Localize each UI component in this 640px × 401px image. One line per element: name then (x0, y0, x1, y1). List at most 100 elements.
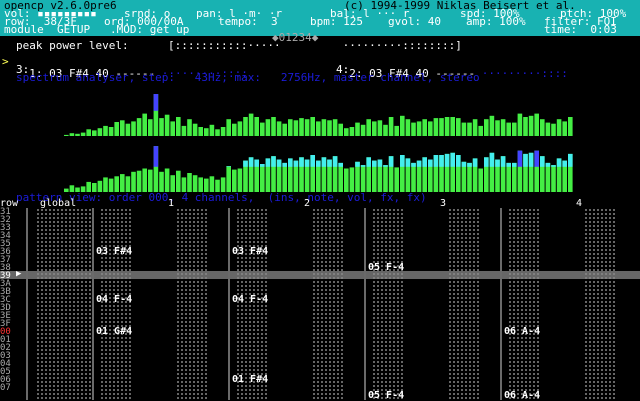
spectrum-bottom-bar-peak (422, 157, 427, 167)
spectrum-top-bar (428, 121, 433, 136)
spectrum-bottom-bar-peak (276, 159, 282, 167)
spectrum-top-bar (433, 118, 439, 136)
spectrum-top-bar (495, 120, 500, 136)
pattern-note[interactable]: 06 A-4 (504, 391, 540, 401)
pattern-note[interactable]: 01 G#4 (96, 327, 132, 337)
spectrum-top-bar (75, 133, 80, 136)
spectrum-top-bar (355, 122, 360, 136)
spectrum-top-bar (400, 115, 405, 136)
spectrum-bottom-bar-peak (327, 159, 332, 167)
play-time: time: 0:03 (544, 23, 617, 36)
pattern-note[interactable]: 03 F#4 (96, 247, 132, 257)
spectrum-bottom-bar (164, 168, 170, 192)
spectrum-bottom-bar-peak (316, 160, 321, 167)
spectrum-top-bar (372, 121, 377, 136)
pattern-empty-cells (508, 208, 540, 400)
pattern-empty-cells (448, 208, 480, 400)
spectrum-top-bar (86, 129, 91, 136)
peak-label: peak power level: (16, 39, 129, 52)
spectrum-top-bar (260, 122, 265, 136)
pattern-label: pattern view: order 000, 4 channels, (in… (16, 191, 427, 204)
spectrum-top-bar (327, 120, 332, 136)
amplification[interactable]: amp: 100% (466, 16, 526, 28)
tempo-value: tempo: 3 (218, 15, 278, 28)
spectrum-bottom-bar-peak (562, 160, 567, 167)
peak-meter-right: ·········::::::::] (336, 39, 462, 52)
pattern-column-divider (92, 208, 94, 400)
spectrum-bottom-bar-peak (512, 162, 517, 167)
spectrum-bottom-bar-peak (260, 164, 265, 167)
spectrum-top-bar (120, 120, 125, 136)
spectrum-top-bar (411, 122, 416, 136)
spectrum-top-bar (64, 134, 69, 136)
spectrum-top-bar (176, 117, 181, 136)
global-volume: gvol: 40 (388, 15, 441, 28)
spectrum-bottom-bar (512, 162, 517, 192)
spectrum-top-bar (332, 119, 338, 136)
spectrum-bottom-bar (226, 166, 231, 192)
spectrum-bottom-bar (159, 171, 164, 192)
spectrum-top-bar (164, 114, 170, 136)
spectrum-bottom-bar (125, 176, 131, 192)
pattern-note[interactable]: 04 F-4 (232, 295, 268, 305)
spectrum-bottom-bar-peak (271, 156, 276, 167)
spectrum-bottom-bar-peak (540, 156, 545, 167)
spectrum-top-bar (528, 115, 534, 136)
pattern-empty-cells (584, 208, 616, 400)
spectrum-bottom-bar (349, 167, 355, 192)
spectrum-bottom-bar-peak (528, 152, 534, 167)
spectrum-top-bar (472, 119, 478, 136)
row-cursor-icon: ▶ (16, 269, 22, 279)
spectrum-top-bar (243, 117, 248, 136)
spectrum-top-bar (545, 122, 551, 136)
spectrum-bottom-bar (192, 175, 198, 192)
spectrum-bottom-bar (120, 174, 125, 192)
pattern-column-divider (228, 208, 230, 400)
spectrum-analyser (64, 94, 573, 192)
spectrum-top-bar (220, 127, 226, 136)
spectrum-bottom-bar (142, 168, 147, 192)
pattern-note[interactable]: 06 A-4 (504, 327, 540, 337)
spectrum-bottom-bar-peak (500, 156, 506, 167)
pattern-note[interactable]: 05 F-4 (368, 263, 404, 273)
spectrum-top-bar (506, 122, 511, 136)
pattern-note[interactable]: 01 F#4 (232, 375, 268, 385)
spectrum-bottom-bar (383, 165, 388, 192)
spectrum-top-bar (338, 123, 343, 136)
spectrum-bottom-bar-peak (248, 157, 254, 167)
pattern-empty-cells (312, 208, 344, 400)
spectrum-bottom-bar-peak (366, 157, 371, 167)
spectrum-top-bar (148, 119, 153, 136)
pattern-note[interactable]: 03 F#4 (232, 247, 268, 257)
spectrum-bottom-bar (181, 177, 187, 192)
spectrum-bottom-bar-peak (428, 159, 433, 167)
spectrum-bottom-bar (187, 173, 192, 192)
spectrum-top-bar (114, 122, 119, 136)
pattern-note[interactable]: 04 F-4 (96, 295, 132, 305)
spectrum-top-bar (377, 120, 383, 136)
spectrum-bottom-bar-peak (461, 161, 467, 167)
pattern-note[interactable]: 05 F-4 (368, 391, 404, 401)
spectrum-bottom-bar (394, 167, 399, 192)
spectrum-top-bar (310, 117, 315, 136)
spectrum-top-bar (288, 119, 293, 136)
spectrum-bottom-bar (545, 162, 551, 192)
spectrum-bottom-bar-peak (545, 162, 551, 167)
pattern-header-ch1[interactable]: 1 (168, 198, 174, 210)
spectrum-top-bar (108, 127, 114, 136)
spectrum-top-bar (366, 119, 371, 136)
spectrum-bottom-bar-peak (388, 156, 394, 167)
spectrum-bottom-bar-peak (484, 157, 489, 167)
spectrum-top-bar (349, 127, 355, 136)
spectrum-bottom-bar-peak (254, 159, 259, 167)
spectrum-bottom-bar-peak (495, 159, 500, 167)
spectrum-top-bar (248, 113, 254, 136)
pattern-header-ch3[interactable]: 3 (440, 198, 446, 210)
spectrum-bottom-bar-peak (282, 162, 287, 167)
pattern-header-ch4[interactable]: 4 (576, 198, 582, 210)
spectrum-bottom-bar-peak (332, 156, 338, 167)
pattern-header-ch2[interactable]: 2 (304, 198, 310, 210)
spectrum-top-bar (439, 118, 444, 136)
channel-cursor-icon: > (2, 55, 9, 68)
pattern-row-number: 07 (0, 383, 11, 393)
